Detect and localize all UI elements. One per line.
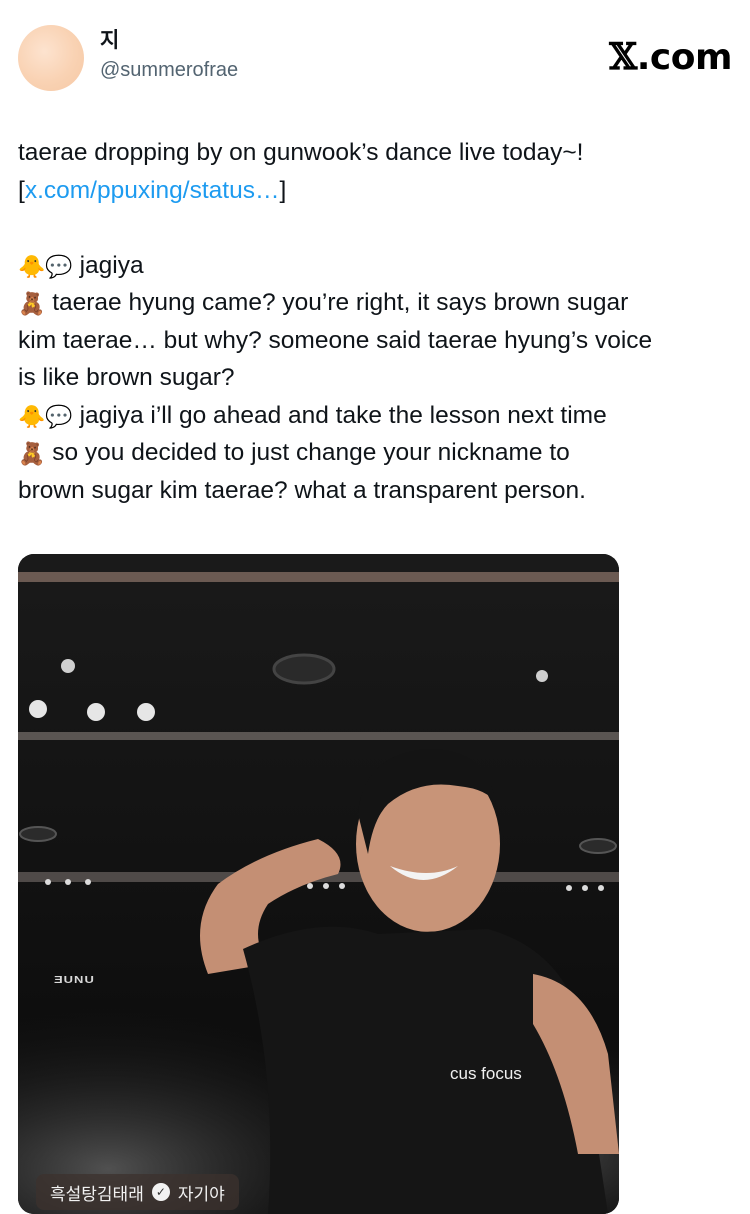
verified-check-icon: ✓ bbox=[151, 1183, 170, 1201]
dialogue-line: is like brown sugar? bbox=[18, 359, 734, 397]
video-frame bbox=[18, 554, 619, 1214]
tweet-header: 지 @summerofrae 𝕏.com bbox=[18, 22, 733, 98]
dialogue-text: is like brown sugar? bbox=[18, 364, 235, 391]
status-link[interactable]: x.com/ppuxing/status… bbox=[25, 177, 280, 204]
teddy-bear-icon: 🧸 bbox=[18, 441, 46, 466]
teddy-bear-icon: 🧸 bbox=[18, 291, 46, 316]
link-bracket-close: ] bbox=[279, 176, 287, 204]
x-logo-icon: 𝕏 bbox=[609, 36, 637, 78]
chip-suffix: 자기야 bbox=[177, 1184, 225, 1204]
dialogue-text: jagiya i’ll go ahead and take the lesson… bbox=[72, 401, 607, 429]
dialogue-text: brown sugar kim taerae? what a transpare… bbox=[18, 476, 586, 504]
chick-speech-icon: 🐥💬 bbox=[18, 403, 73, 429]
dialogue-text: so you decided to just change your nickn… bbox=[45, 439, 570, 466]
dialogue-text: jagiya bbox=[72, 251, 144, 279]
dialogue-line: brown sugar kim taerae? what a transpare… bbox=[18, 472, 734, 510]
author-block[interactable]: 지 @summerofrae bbox=[100, 28, 238, 84]
dialogue-line: 🧸 so you decided to just change your nic… bbox=[18, 434, 734, 472]
x-logo-domain: .com bbox=[636, 37, 733, 78]
chick-speech-icon: 🐥💬 bbox=[18, 253, 73, 279]
dialogue-line: 🐥💬 jagiya bbox=[18, 247, 734, 285]
live-comment-chip: 흑설탕김태래 ✓ 자기야 bbox=[36, 1174, 239, 1210]
tweet-line: taerae dropping by on gunwook’s dance li… bbox=[18, 139, 584, 166]
chip-name: 흑설탕김태래 bbox=[50, 1184, 144, 1204]
video-watermark: ƎUNU bbox=[54, 973, 95, 986]
dialogue-line: 🧸 taerae hyung came? you’re right, it sa… bbox=[18, 284, 734, 322]
dialogue-text: kim taerae… but why? someone said taerae… bbox=[18, 326, 653, 354]
tweet-link-line: [x.com/ppuxing/status…] bbox=[18, 172, 734, 210]
x-logo: 𝕏.com bbox=[609, 36, 732, 78]
avatar[interactable] bbox=[18, 25, 84, 91]
link-bracket-open: [ bbox=[18, 176, 25, 204]
display-name[interactable]: 지 bbox=[100, 28, 238, 54]
video-overlay-text: cus focus bbox=[450, 1064, 522, 1083]
dialogue-text: taerae hyung came? you’re right, it says… bbox=[45, 289, 629, 316]
tweet-body: taerae dropping by on gunwook’s dance li… bbox=[18, 134, 734, 509]
handle[interactable]: @summerofrae bbox=[100, 56, 238, 84]
dialogue-line: 🐥💬 jagiya i’ll go ahead and take the les… bbox=[18, 397, 734, 435]
media-video[interactable]: ƎUNU cus focus 흑설탕김태래 ✓ 자기야 bbox=[18, 554, 619, 1214]
dialogue-line: kim taerae… but why? someone said taerae… bbox=[18, 322, 734, 360]
